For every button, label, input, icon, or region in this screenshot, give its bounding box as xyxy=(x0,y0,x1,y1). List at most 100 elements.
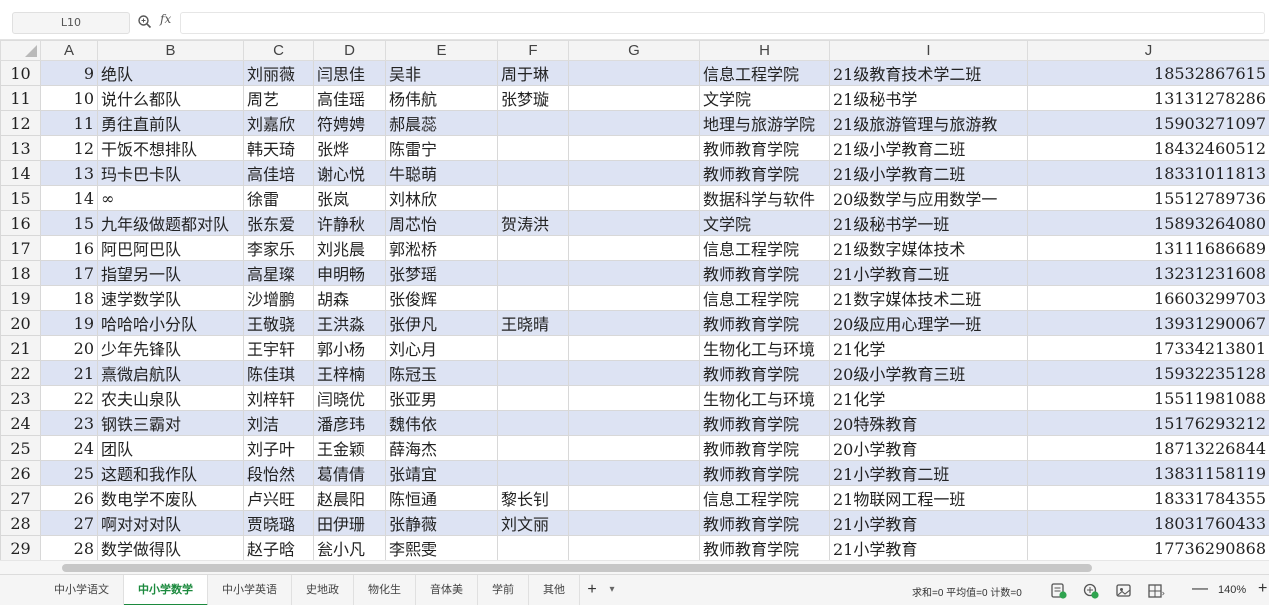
cell-b[interactable]: 说什么都队 xyxy=(97,85,244,111)
cell-d[interactable]: 符娉娉 xyxy=(313,110,386,136)
row-header[interactable]: 15 xyxy=(0,185,41,211)
cell-b[interactable]: 指望另一队 xyxy=(97,260,244,286)
cell-a[interactable]: 27 xyxy=(40,510,98,536)
cell-e[interactable]: 张静薇 xyxy=(385,510,498,536)
cell-h[interactable]: 教师教育学院 xyxy=(699,160,830,186)
cell-d[interactable]: 谢心悦 xyxy=(313,160,386,186)
row-header[interactable]: 18 xyxy=(0,260,41,286)
cell-b[interactable]: 啊对对对队 xyxy=(97,510,244,536)
cell-d[interactable]: 王洪淼 xyxy=(313,310,386,336)
cell-e[interactable]: 陈冠玉 xyxy=(385,360,498,386)
cell-c[interactable]: 高星璨 xyxy=(243,260,314,286)
reading-mode-icon[interactable] xyxy=(1115,582,1133,600)
row-header[interactable]: 11 xyxy=(0,85,41,111)
sheet-tab[interactable]: 史地政 xyxy=(292,575,354,605)
cell-c[interactable]: 刘丽薇 xyxy=(243,60,314,86)
zoom-in-button[interactable]: + xyxy=(1258,580,1267,598)
cell-e[interactable]: 张俊辉 xyxy=(385,285,498,311)
cell-b[interactable]: 钢铁三霸对 xyxy=(97,410,244,436)
row-header[interactable]: 10 xyxy=(0,60,41,86)
cell-d[interactable]: 田伊珊 xyxy=(313,510,386,536)
cell-e[interactable]: 吴非 xyxy=(385,60,498,86)
cell-j[interactable]: 18331784355 xyxy=(1027,485,1269,511)
cell-c[interactable]: 韩天琦 xyxy=(243,135,314,161)
cell-j[interactable]: 16603299703 xyxy=(1027,285,1269,311)
cell-i[interactable]: 20级应用心理学一班 xyxy=(829,310,1028,336)
cell-f[interactable]: 张梦璇 xyxy=(497,85,569,111)
cell-j[interactable]: 15512789736 xyxy=(1027,185,1269,211)
cell-a[interactable]: 10 xyxy=(40,85,98,111)
cell-i[interactable]: 20级小学教育三班 xyxy=(829,360,1028,386)
sheet-menu-chevron-icon[interactable]: ▾ xyxy=(604,575,620,605)
cell-e[interactable]: 杨伟航 xyxy=(385,85,498,111)
cell-i[interactable]: 21化学 xyxy=(829,335,1028,361)
cell-e[interactable]: 张伊凡 xyxy=(385,310,498,336)
row-header[interactable]: 23 xyxy=(0,385,41,411)
horizontal-scrollbar[interactable] xyxy=(0,560,1269,574)
grid-layout-icon[interactable] xyxy=(1147,582,1165,600)
cell-h[interactable]: 文学院 xyxy=(699,210,830,236)
protect-shield-icon[interactable] xyxy=(1082,582,1100,600)
select-all-corner[interactable] xyxy=(0,40,41,61)
cell-i[interactable]: 21级小学教育二班 xyxy=(829,135,1028,161)
cell-e[interactable]: 周芯怡 xyxy=(385,210,498,236)
cell-h[interactable]: 文学院 xyxy=(699,85,830,111)
cell-f[interactable] xyxy=(497,435,569,461)
row-header[interactable]: 21 xyxy=(0,335,41,361)
cell-c[interactable]: 高佳培 xyxy=(243,160,314,186)
cell-h[interactable]: 信息工程学院 xyxy=(699,235,830,261)
cell-b[interactable]: 勇往直前队 xyxy=(97,110,244,136)
cell-b[interactable]: 玛卡巴卡队 xyxy=(97,160,244,186)
cell-c[interactable]: 段怡然 xyxy=(243,460,314,486)
cell-b[interactable]: 速学数学队 xyxy=(97,285,244,311)
sheet-tab[interactable]: 其他 xyxy=(529,575,580,605)
cell-g[interactable] xyxy=(568,435,700,461)
cell-i[interactable]: 21物联网工程一班 xyxy=(829,485,1028,511)
cell-j[interactable]: 13131278286 xyxy=(1027,85,1269,111)
row-header[interactable]: 19 xyxy=(0,285,41,311)
cell-a[interactable]: 19 xyxy=(40,310,98,336)
row-header[interactable]: 12 xyxy=(0,110,41,136)
cell-a[interactable]: 12 xyxy=(40,135,98,161)
cell-f[interactable] xyxy=(497,110,569,136)
cell-g[interactable] xyxy=(568,335,700,361)
cell-i[interactable]: 21小学教育 xyxy=(829,510,1028,536)
cell-b[interactable]: 团队 xyxy=(97,435,244,461)
cell-g[interactable] xyxy=(568,410,700,436)
cell-d[interactable]: 张岚 xyxy=(313,185,386,211)
cell-b[interactable]: 数学做得队 xyxy=(97,535,244,560)
cell-e[interactable]: 陈恒通 xyxy=(385,485,498,511)
cell-a[interactable]: 11 xyxy=(40,110,98,136)
cell-a[interactable]: 9 xyxy=(40,60,98,86)
cell-d[interactable]: 潘彦玮 xyxy=(313,410,386,436)
cell-c[interactable]: 贾晓璐 xyxy=(243,510,314,536)
cell-b[interactable]: 少年先锋队 xyxy=(97,335,244,361)
cell-e[interactable]: 牛聪萌 xyxy=(385,160,498,186)
column-header-j[interactable]: J xyxy=(1027,40,1269,61)
cell-f[interactable] xyxy=(497,535,569,560)
cell-a[interactable]: 20 xyxy=(40,335,98,361)
cell-g[interactable] xyxy=(568,210,700,236)
row-header[interactable]: 16 xyxy=(0,210,41,236)
cell-g[interactable] xyxy=(568,60,700,86)
cell-d[interactable]: 郭小杨 xyxy=(313,335,386,361)
cell-a[interactable]: 23 xyxy=(40,410,98,436)
cell-b[interactable]: 熹微启航队 xyxy=(97,360,244,386)
cell-e[interactable]: 郭淞桥 xyxy=(385,235,498,261)
cell-b[interactable]: 绝队 xyxy=(97,60,244,86)
cell-h[interactable]: 地理与旅游学院 xyxy=(699,110,830,136)
cell-a[interactable]: 24 xyxy=(40,435,98,461)
cell-g[interactable] xyxy=(568,235,700,261)
cell-j[interactable]: 17334213801 xyxy=(1027,335,1269,361)
sheet-tab[interactable]: 学前 xyxy=(478,575,529,605)
cell-j[interactable]: 15903271097 xyxy=(1027,110,1269,136)
cell-h[interactable]: 教师教育学院 xyxy=(699,310,830,336)
cell-j[interactable]: 18331011813 xyxy=(1027,160,1269,186)
cell-d[interactable]: 高佳瑶 xyxy=(313,85,386,111)
sheet-tab[interactable]: 中小学语文 xyxy=(40,575,124,605)
row-header[interactable]: 14 xyxy=(0,160,41,186)
cell-e[interactable]: 刘心月 xyxy=(385,335,498,361)
cell-f[interactable] xyxy=(497,360,569,386)
zoom-out-button[interactable]: — xyxy=(1192,580,1208,598)
cell-j[interactable]: 15511981088 xyxy=(1027,385,1269,411)
